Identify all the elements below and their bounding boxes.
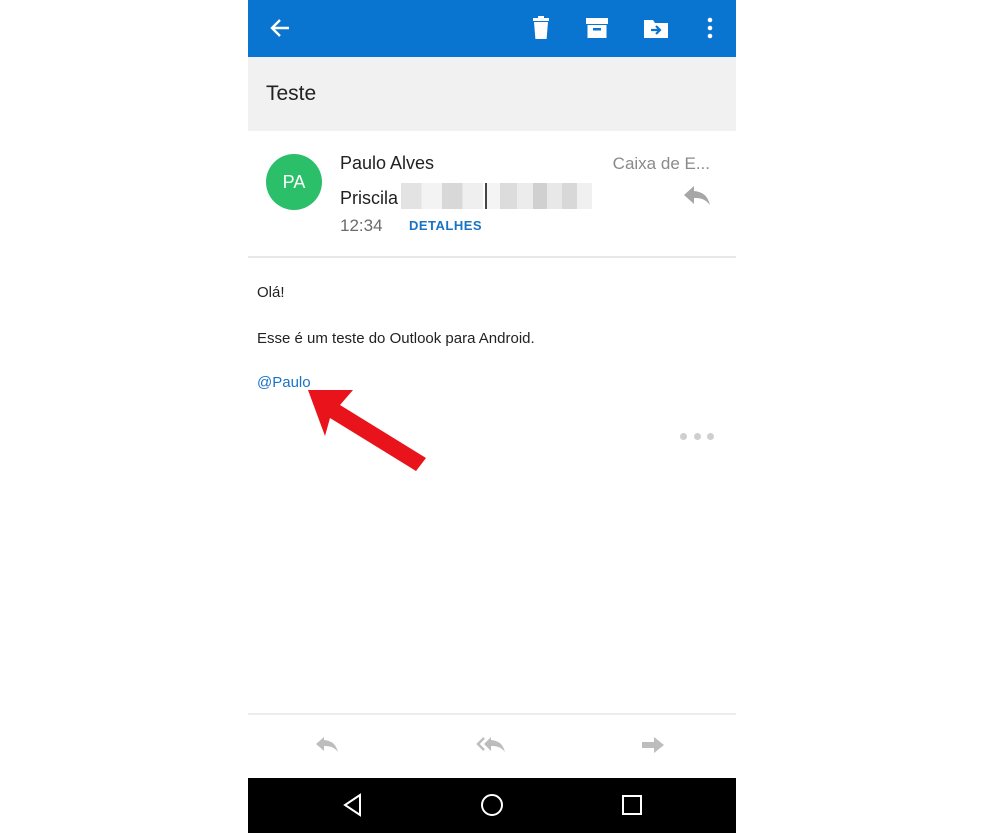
- bottom-action-bar: [248, 713, 736, 780]
- message-time: 12:34: [340, 216, 383, 235]
- subject-bar: Teste: [248, 57, 736, 131]
- home-icon[interactable]: [479, 792, 505, 818]
- body-greeting: Olá!: [257, 284, 285, 301]
- sender-name[interactable]: Paulo Alves: [340, 153, 434, 174]
- redacted-recipient-1: [401, 183, 483, 209]
- reply-icon[interactable]: [682, 184, 712, 208]
- reply-all-icon[interactable]: [476, 735, 506, 759]
- annotation-arrow: [308, 390, 426, 471]
- app-bar: [248, 0, 736, 57]
- message-header: PA Paulo Alves Caixa de E... Priscila 12…: [248, 131, 736, 258]
- more-vert-icon[interactable]: [692, 10, 728, 46]
- folder-label: Caixa de E...: [612, 154, 710, 173]
- email-screen: Teste PA Paulo Alves Caixa de E... Prisc…: [248, 0, 736, 833]
- more-options-dots-icon[interactable]: [680, 430, 714, 442]
- trash-icon[interactable]: [523, 10, 559, 46]
- arrow-back-icon[interactable]: [262, 10, 298, 46]
- reply-icon[interactable]: [314, 735, 344, 759]
- archive-icon[interactable]: [579, 10, 615, 46]
- forward-icon[interactable]: [640, 735, 670, 759]
- details-link[interactable]: DETALHES: [409, 218, 482, 233]
- redacted-recipient-2: [485, 183, 592, 209]
- system-nav-bar: [248, 778, 736, 833]
- avatar[interactable]: PA: [266, 154, 322, 210]
- back-icon[interactable]: [340, 792, 366, 818]
- email-subject: Teste: [266, 82, 317, 105]
- recipient-name: Priscila: [340, 188, 399, 208]
- body-line: Esse é um teste do Outlook para Android.: [257, 330, 535, 347]
- move-to-folder-icon[interactable]: [638, 10, 674, 46]
- recents-icon[interactable]: [619, 792, 645, 818]
